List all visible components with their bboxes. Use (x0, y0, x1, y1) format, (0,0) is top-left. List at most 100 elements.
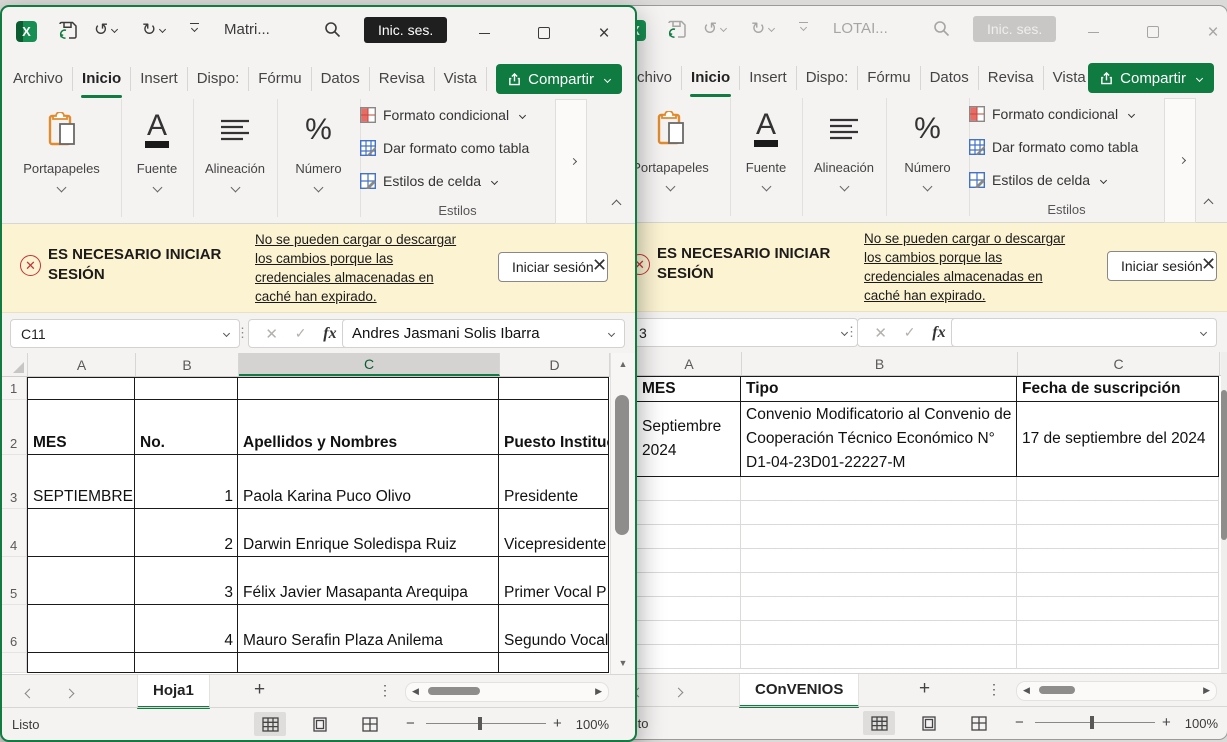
enter-icon[interactable]: ✓ (904, 324, 916, 341)
undo-button[interactable]: ↺ (94, 21, 117, 38)
tab-inicio[interactable]: Inicio (682, 66, 740, 90)
cell[interactable]: Segundo Vocal (499, 605, 609, 653)
sheet-nav-right[interactable] (66, 684, 73, 702)
group-fuente[interactable]: A Fuente (121, 99, 194, 217)
cell[interactable] (27, 605, 135, 653)
close-button[interactable]: × (1192, 17, 1227, 47)
zoom-in-button[interactable]: + (553, 715, 562, 732)
format-as-table-button[interactable]: Dar formato como tabla (969, 135, 1164, 159)
cell[interactable] (1017, 525, 1219, 549)
tab-archivo[interactable]: Archivo (4, 67, 73, 91)
cell[interactable] (1017, 573, 1219, 597)
tab-insertar[interactable]: Insert (740, 66, 797, 90)
cell[interactable] (1017, 501, 1219, 525)
save-icon[interactable] (58, 21, 78, 40)
row-header-3[interactable]: 3 (2, 455, 27, 509)
cell[interactable]: 1 (135, 455, 238, 509)
cell[interactable] (636, 621, 741, 645)
cell[interactable]: MES (27, 400, 135, 455)
scroll-right-arrow[interactable]: ▶ (1203, 685, 1210, 696)
cell[interactable]: MES (636, 376, 741, 402)
cell[interactable] (27, 557, 135, 605)
cancel-icon[interactable]: ✕ (874, 324, 887, 342)
add-sheet-button[interactable]: + (254, 679, 265, 701)
tab-insertar[interactable]: Insert (131, 67, 188, 91)
cell[interactable] (636, 597, 741, 621)
cancel-icon[interactable]: ✕ (265, 325, 278, 343)
vertical-scrollbar[interactable]: ▲ ▼ (610, 353, 635, 674)
cell[interactable] (238, 377, 499, 400)
tab-datos[interactable]: Datos (312, 67, 370, 91)
enter-icon[interactable]: ✓ (295, 325, 307, 342)
row-header-4[interactable]: 4 (2, 509, 27, 557)
h-scroll-thumb[interactable] (428, 687, 480, 695)
tab-revisar[interactable]: Revisa (979, 66, 1044, 90)
warning-close-button[interactable]: ✕ (1201, 254, 1216, 275)
cell[interactable]: Darwin Enrique Soledispa Ruiz (238, 509, 499, 557)
view-page-layout-button[interactable] (304, 712, 336, 736)
cell[interactable]: Fecha de suscripción (1017, 376, 1219, 402)
row-header-1[interactable]: 1 (2, 377, 27, 400)
column-header-D[interactable]: D (500, 353, 610, 376)
collapse-ribbon-button[interactable] (609, 195, 620, 213)
zoom-slider-handle[interactable] (1090, 716, 1094, 729)
cell[interactable] (27, 653, 135, 673)
cell[interactable] (135, 377, 238, 400)
close-button[interactable]: × (583, 18, 625, 48)
formula-expand-chevron[interactable] (1200, 329, 1207, 336)
undo-button[interactable]: ↺ (703, 20, 726, 37)
cell[interactable]: Presidente (499, 455, 609, 509)
cell[interactable] (27, 377, 135, 400)
cell[interactable] (636, 525, 741, 549)
view-page-layout-button[interactable] (913, 711, 945, 735)
cell[interactable] (741, 645, 1017, 669)
format-as-table-button[interactable]: Dar formato como tabla (360, 136, 555, 160)
fx-icon[interactable]: fx (932, 324, 945, 342)
column-header-A[interactable]: A (637, 352, 742, 375)
cell[interactable] (741, 525, 1017, 549)
cell[interactable]: Paola Karina Puco Olivo (238, 455, 499, 509)
cell[interactable]: Puesto Instituc (499, 400, 609, 455)
cell[interactable] (135, 653, 238, 673)
cell[interactable] (1017, 645, 1219, 669)
cell[interactable]: Apellidos y Nombres (238, 400, 499, 455)
zoom-out-button[interactable]: − (406, 715, 415, 732)
cell[interactable]: Vicepresidente (499, 509, 609, 557)
h-scroll-thumb[interactable] (1039, 686, 1075, 694)
cell[interactable]: 3 (135, 557, 238, 605)
cell[interactable] (741, 573, 1017, 597)
zoom-slider[interactable] (1035, 722, 1155, 723)
minimize-button[interactable] (1072, 17, 1114, 47)
cell[interactable]: Convenio Modificatorio al Convenio de Co… (741, 402, 1017, 477)
view-page-break-button[interactable] (354, 712, 386, 736)
scroll-down-arrow[interactable]: ▼ (611, 658, 635, 668)
name-box[interactable]: 3 (619, 318, 858, 347)
tab-formulas[interactable]: Fórmu (249, 67, 311, 91)
maximize-button[interactable] (1132, 17, 1174, 47)
zoom-level[interactable]: 100% (1176, 716, 1218, 731)
row-header-7[interactable] (2, 653, 27, 673)
fx-icon[interactable]: fx (323, 325, 336, 343)
formula-expand-chevron[interactable] (608, 330, 615, 337)
row-header-2[interactable]: 2 (2, 400, 27, 455)
cell[interactable]: Primer Vocal P (499, 557, 609, 605)
cell[interactable]: No. (135, 400, 238, 455)
group-numero[interactable]: % Número (886, 98, 970, 216)
cell[interactable]: 17 de septiembre del 2024 (1017, 402, 1219, 477)
select-all-corner[interactable] (2, 353, 28, 376)
v-scroll-thumb[interactable] (615, 395, 629, 535)
share-button[interactable]: Compartir (1088, 63, 1214, 93)
tab-inicio[interactable]: Inicio (73, 67, 131, 91)
zoom-out-button[interactable]: − (1015, 714, 1024, 731)
cell[interactable] (741, 549, 1017, 573)
column-header-B[interactable]: B (742, 352, 1018, 375)
view-normal-button[interactable] (863, 711, 895, 735)
add-sheet-button[interactable]: + (919, 678, 930, 700)
cell[interactable]: Félix Javier Masapanta Arequipa (238, 557, 499, 605)
cell[interactable] (636, 573, 741, 597)
scroll-right-arrow[interactable]: ▶ (595, 686, 602, 697)
cell[interactable] (741, 477, 1017, 501)
horizontal-scrollbar[interactable]: ◀ ▶ (1016, 681, 1217, 701)
formula-input[interactable] (951, 318, 1217, 347)
tab-disposicion[interactable]: Dispo: (797, 66, 859, 90)
